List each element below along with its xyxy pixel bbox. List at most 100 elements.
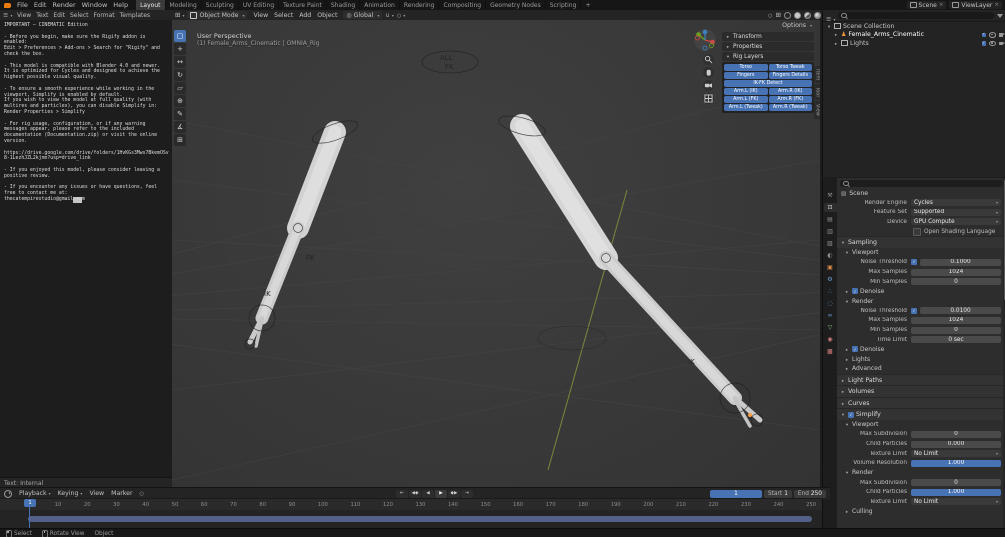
- workspace-tab[interactable]: Sculpting: [202, 0, 239, 10]
- property-value-field[interactable]: 0.0100: [920, 307, 1001, 315]
- selectable-checkbox-icon[interactable]: [981, 32, 986, 37]
- hide-render-camera-icon[interactable]: [999, 33, 1005, 37]
- subsection-simplify-render[interactable]: Render: [837, 468, 1005, 478]
- viewport-tool-button[interactable]: ▱: [174, 82, 186, 94]
- property-value-field[interactable]: 0 sec: [911, 336, 1001, 344]
- section-volumes[interactable]: Volumes: [837, 385, 1005, 397]
- property-value-field[interactable]: Cycles: [911, 199, 1001, 207]
- playback-button[interactable]: ⇥: [461, 489, 473, 498]
- viewport-tool-button[interactable]: ⊕: [174, 95, 186, 107]
- proportional-edit-icon[interactable]: [397, 12, 405, 19]
- frame-end-field[interactable]: End 250: [793, 489, 826, 498]
- viewport-tool-button[interactable]: ↻: [174, 69, 186, 81]
- viewport-tool-button[interactable]: ↔: [174, 56, 186, 68]
- text-editor-menu-item[interactable]: Select: [67, 12, 91, 19]
- viewport-tool-button[interactable]: ⊞: [174, 134, 186, 146]
- properties-tab-icon[interactable]: ▣: [824, 263, 837, 272]
- unlink-scene-icon[interactable]: ×: [939, 2, 944, 8]
- zoom-icon[interactable]: [703, 54, 714, 65]
- navigation-gizmo[interactable]: [693, 28, 717, 52]
- section-light-paths[interactable]: Light Paths: [837, 373, 1005, 386]
- text-editor-menu-item[interactable]: Templates: [117, 12, 153, 19]
- panel-transform[interactable]: Transform: [722, 32, 814, 41]
- workspace-tab[interactable]: Geometry Nodes: [486, 0, 546, 10]
- property-checkbox[interactable]: [911, 307, 917, 314]
- outliner-row-lights[interactable]: Lights: [823, 39, 1005, 48]
- topbar-menu-item[interactable]: Help: [110, 1, 131, 9]
- text-editor-menu-item[interactable]: Text: [34, 12, 51, 19]
- text-editor-menu-item[interactable]: View: [14, 12, 33, 19]
- properties-tab-icon[interactable]: ▽: [824, 323, 837, 332]
- playback-button[interactable]: ◀◆: [409, 489, 421, 498]
- timeline-scrollbar[interactable]: [28, 516, 812, 522]
- pan-view-icon[interactable]: [703, 67, 714, 78]
- property-value-field[interactable]: 0.1000: [920, 258, 1001, 266]
- property-value-field[interactable]: No Limit: [911, 498, 1001, 506]
- workspace-tab[interactable]: Compositing: [439, 0, 487, 10]
- property-value-field[interactable]: 0.000: [911, 440, 1001, 448]
- material-preview-shading-icon[interactable]: [804, 11, 811, 19]
- subsection-viewport[interactable]: Viewport: [837, 248, 1005, 258]
- property-value-field[interactable]: 1.000: [911, 459, 1001, 467]
- rig-layer-button[interactable]: Arm.L (Tweak): [724, 104, 768, 111]
- property-value-field[interactable]: 0: [911, 479, 1001, 487]
- properties-tab-icon[interactable]: ◌: [824, 299, 837, 308]
- playback-button[interactable]: ◀: [422, 489, 434, 498]
- timeline-menu-item[interactable]: Playback: [16, 490, 54, 497]
- rig-layer-button[interactable]: IK-FK Detect: [724, 80, 812, 87]
- rendered-shading-icon[interactable]: [814, 11, 821, 19]
- solid-shading-icon[interactable]: [794, 11, 801, 19]
- topbar-menu-item[interactable]: Render: [49, 1, 78, 9]
- rig-layer-button[interactable]: Torso: [724, 64, 768, 71]
- viewport-menu-item[interactable]: Object: [314, 12, 340, 19]
- properties-tab-icon[interactable]: ⚒: [824, 191, 837, 200]
- timeline-menu-item[interactable]: Keying: [55, 490, 86, 497]
- sidebar-tab[interactable]: Item: [814, 66, 820, 84]
- properties-search-input[interactable]: [840, 180, 1003, 187]
- viewport-editor-type-icon[interactable]: [175, 11, 184, 19]
- properties-tab-icon[interactable]: ⊡: [823, 203, 837, 212]
- camera-view-icon[interactable]: [703, 80, 714, 91]
- viewport-tool-button[interactable]: ∡: [174, 121, 186, 133]
- hide-viewport-eye-icon[interactable]: [989, 40, 996, 46]
- rig-layer-button[interactable]: Fingers: [724, 72, 768, 79]
- subsection-simplify-viewport[interactable]: Viewport: [837, 420, 1005, 430]
- rig-control-circles[interactable]: [244, 50, 764, 427]
- topbar-menu-item[interactable]: File: [14, 1, 31, 9]
- viewport-3d[interactable]: ALL FK IK IK FK ▢ + ↔ ↻ ▱ ⊕ ✎ ∡ ⊞ User Perspecti…: [172, 20, 820, 487]
- hide-render-camera-icon[interactable]: [999, 41, 1005, 45]
- property-value-field[interactable]: 0: [911, 430, 1001, 438]
- subsection-denoise-viewport[interactable]: Denoise: [837, 286, 1005, 296]
- properties-tab-icon[interactable]: ▤: [824, 215, 837, 224]
- view-layer-selector[interactable]: ViewLayer ×: [949, 1, 1002, 9]
- outliner-row-scene-collection[interactable]: Scene Collection: [823, 22, 1005, 31]
- subsection-lights[interactable]: Lights: [837, 354, 1005, 364]
- subsection-culling[interactable]: Culling: [837, 507, 1005, 517]
- viewport-tool-button[interactable]: ✎: [174, 108, 186, 120]
- property-value-field[interactable]: 0: [911, 326, 1001, 334]
- panel-rig-layers[interactable]: Rig Layers: [722, 52, 814, 61]
- panel-properties[interactable]: Properties: [722, 42, 814, 51]
- section-sampling[interactable]: Sampling: [837, 236, 1005, 248]
- text-editor[interactable]: IMPORTANT – CINEMATIC Edition - Before yo…: [0, 20, 177, 480]
- viewport-menu-item[interactable]: View: [250, 12, 271, 19]
- workspace-tab[interactable]: UV Editing: [239, 0, 280, 10]
- properties-tab-icon[interactable]: ∴: [824, 287, 837, 296]
- timeline-track[interactable]: [0, 510, 822, 528]
- ortho-grid-icon[interactable]: [703, 93, 714, 104]
- workspace-tab[interactable]: Shading: [327, 0, 361, 10]
- blender-logo-icon[interactable]: [4, 2, 11, 8]
- text-line[interactable]: thecatempirestudio@gmail.com: [4, 197, 175, 203]
- osl-checkbox[interactable]: [913, 227, 921, 236]
- property-value-field[interactable]: GPU Compute: [911, 218, 1001, 226]
- rig-layer-button[interactable]: Arm.L (IK): [724, 88, 768, 95]
- remove-view-layer-icon[interactable]: ×: [994, 2, 999, 8]
- right-arm-mesh[interactable]: [510, 114, 763, 428]
- selectable-checkbox-icon[interactable]: [981, 41, 986, 46]
- viewport-tool-button[interactable]: ▢: [174, 30, 186, 42]
- playback-button[interactable]: ◆▶: [448, 489, 460, 498]
- options-dropdown[interactable]: Options: [782, 22, 812, 29]
- section-curves[interactable]: Curves: [837, 396, 1005, 409]
- frame-start-field[interactable]: Start 1: [764, 489, 792, 498]
- snap-magnet-icon[interactable]: [385, 12, 393, 19]
